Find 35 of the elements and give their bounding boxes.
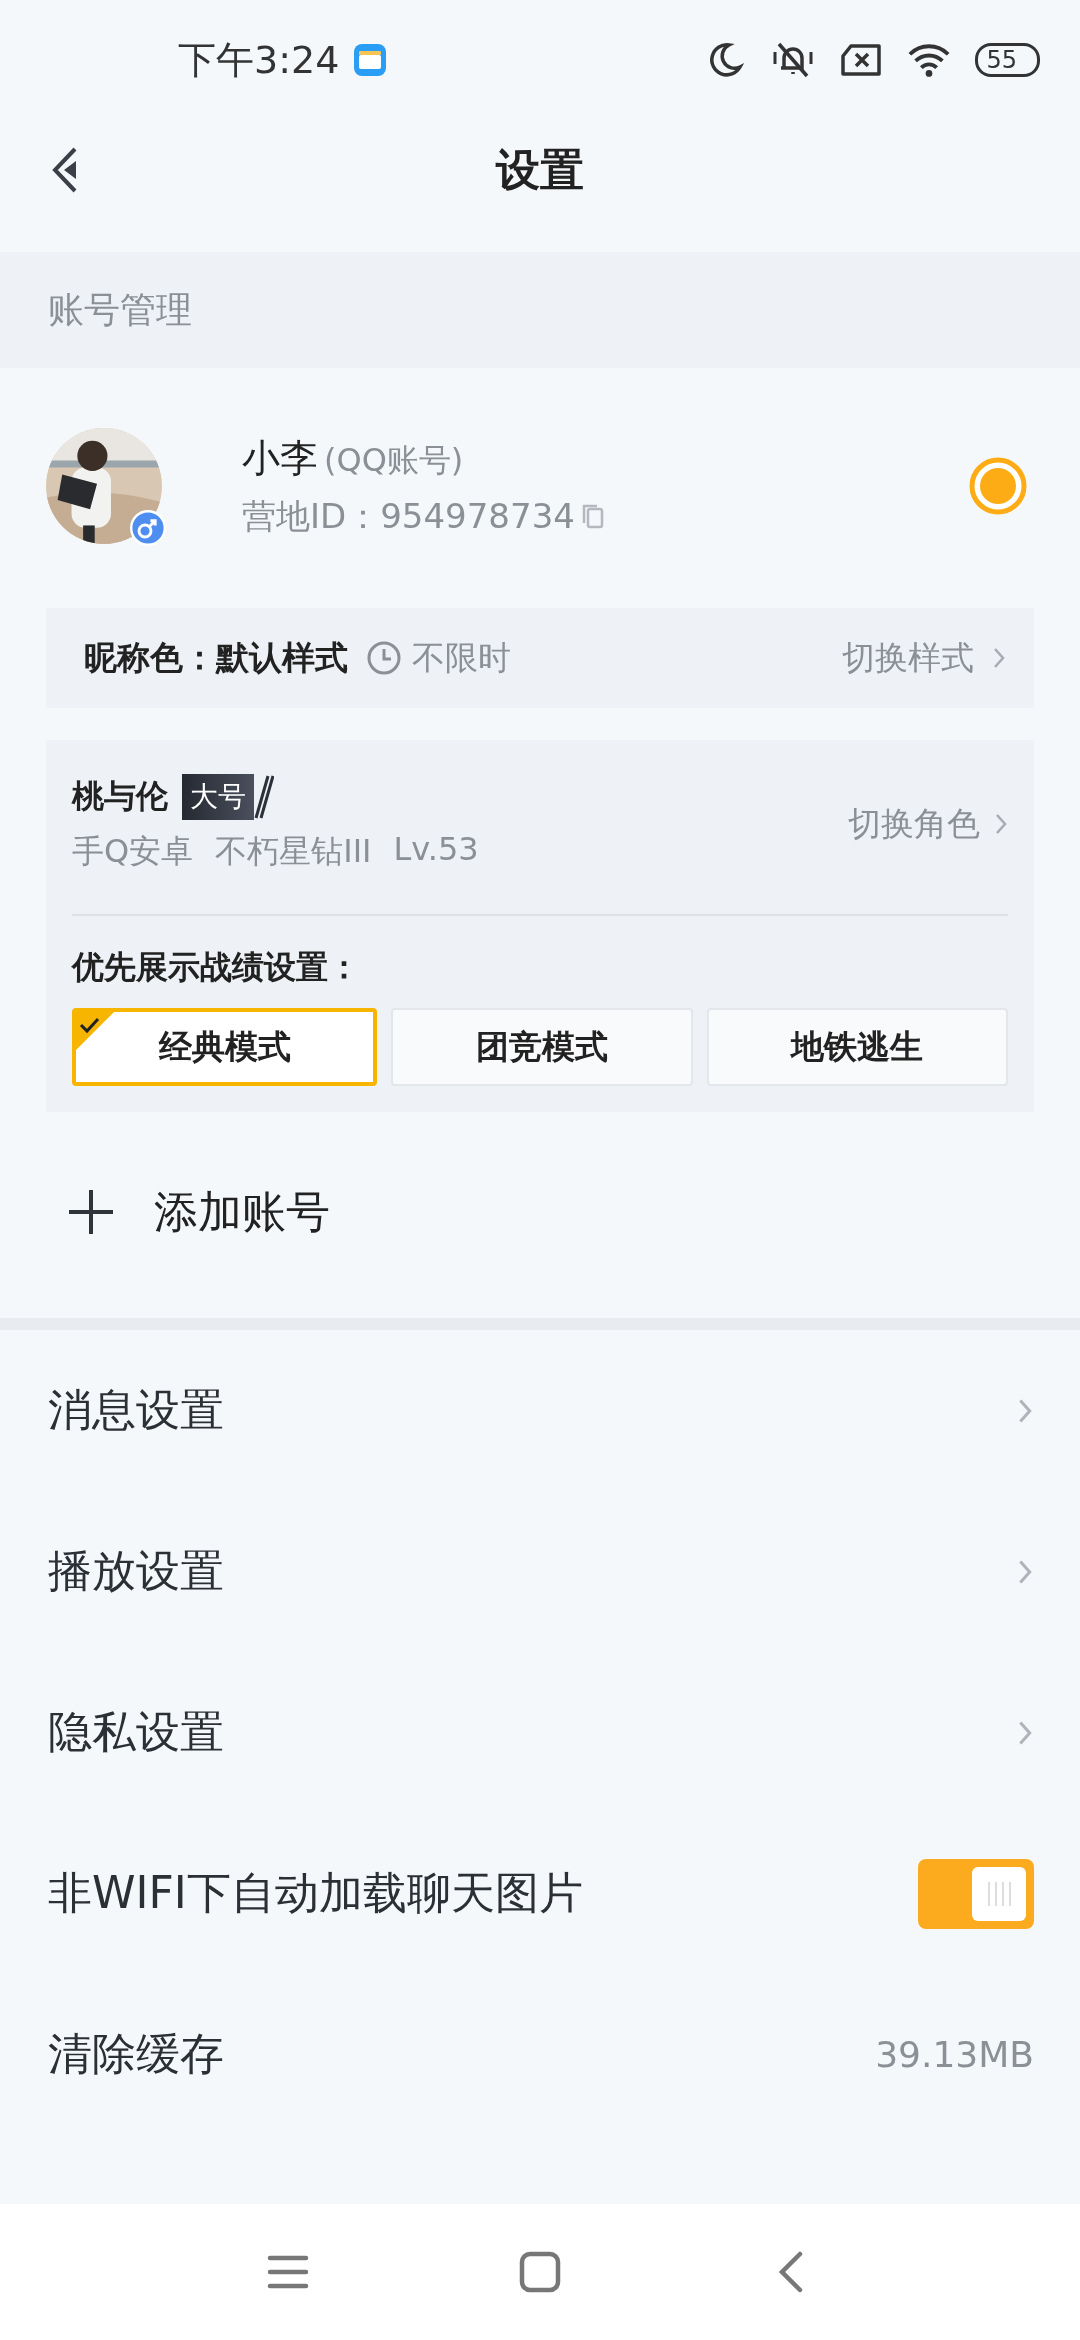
battery-indicator: 55 — [975, 43, 1040, 77]
page-title: 设置 — [496, 142, 584, 197]
slash-icon — [254, 774, 274, 820]
account-type: (QQ账号) — [324, 439, 464, 481]
main-account-badge: 大号 — [182, 774, 254, 820]
mode-option[interactable]: 地铁逃生 — [706, 1008, 1008, 1086]
check-corner-icon — [76, 1012, 116, 1052]
settings-item[interactable]: 非WIFI下自动加载聊天图片 — [0, 1813, 1080, 1974]
settings-item[interactable]: 清除缓存 39.13MB — [0, 1974, 1080, 2135]
role-detail: Lv.53 — [393, 830, 479, 870]
duration-text: 不限时 — [412, 636, 511, 679]
radio-button[interactable] — [968, 456, 1028, 516]
add-account-button[interactable]: 添加账号 — [46, 1112, 1034, 1318]
chevron-icon — [994, 812, 1008, 836]
account-id: 营地ID：954978734 — [242, 494, 575, 538]
section-title: 账号管理 — [48, 287, 192, 332]
plus-icon — [66, 1187, 116, 1237]
settings-item[interactable]: 播放设置 — [0, 1491, 1080, 1652]
role-name: 桃与伦 — [72, 776, 168, 817]
home-icon[interactable] — [518, 2250, 562, 2294]
nickname-label: 昵称色：默认样式 — [84, 636, 348, 679]
male-badge-icon — [130, 510, 166, 546]
role-detail: 不朽星钻III — [215, 831, 372, 872]
role-detail: 手Q安卓 — [72, 831, 194, 872]
settings-item[interactable]: 隐私设置 — [0, 1652, 1080, 1813]
priority-label: 优先展示战绩设置： — [72, 947, 361, 988]
chevron-icon — [992, 646, 1006, 670]
account-name: 小李 — [242, 434, 318, 482]
status-time: 下午3:24 — [178, 36, 340, 84]
settings-item[interactable]: 消息设置 — [0, 1330, 1080, 1491]
wallet-icon — [353, 43, 388, 77]
clock-icon — [366, 640, 402, 676]
mode-option[interactable]: 团竞模式 — [391, 1008, 693, 1086]
muted-bell-icon — [771, 40, 816, 80]
mode-option[interactable]: 经典模式 — [72, 1008, 378, 1086]
